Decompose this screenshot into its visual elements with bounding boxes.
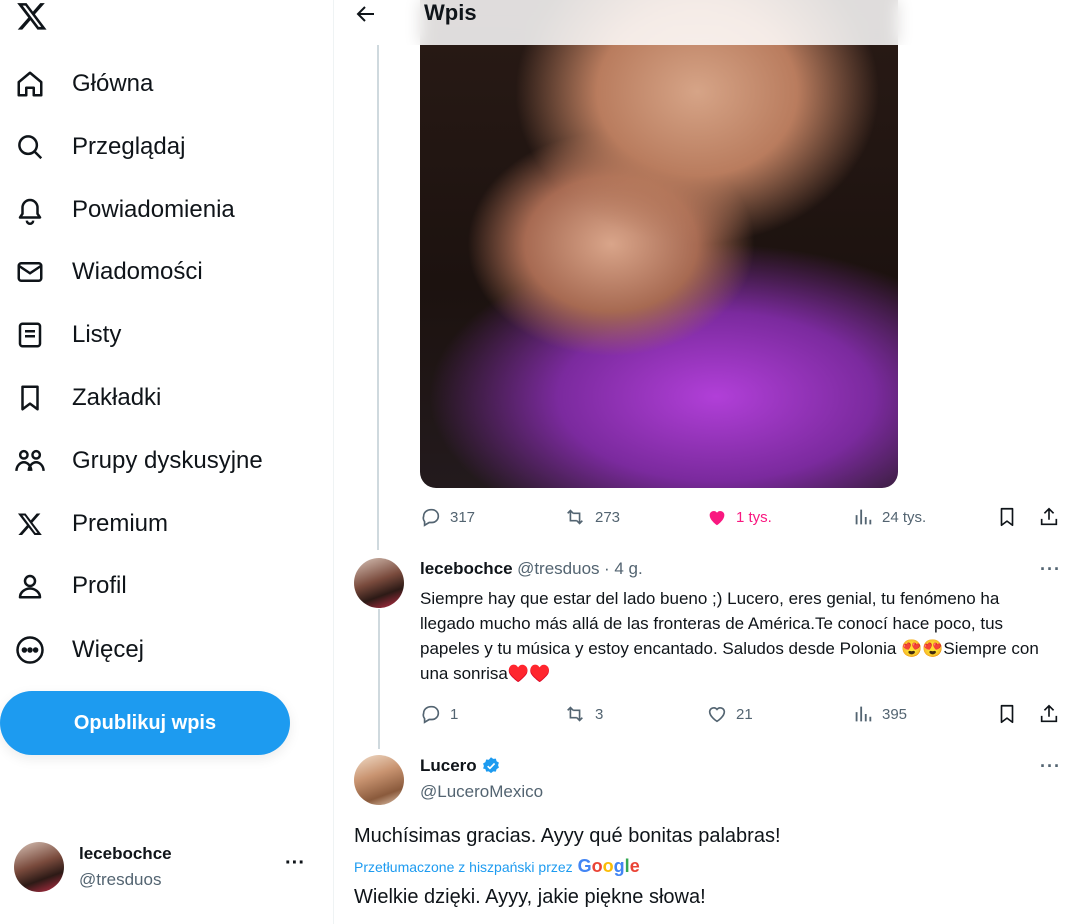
sidebar-item-bookmarks[interactable]: Zakładki <box>14 378 161 418</box>
people-icon <box>14 445 46 477</box>
post-image[interactable] <box>420 0 898 488</box>
bookmark-icon <box>1000 704 1014 724</box>
reply-button[interactable]: 1 <box>420 703 458 725</box>
sidebar-item-label: Przeglądaj <box>72 133 186 160</box>
sidebar: Główna Przeglądaj Powiadomienia Wiadomoś… <box>0 0 334 924</box>
reply-icon <box>422 508 440 527</box>
repost-button[interactable]: 3 <box>563 703 603 725</box>
avatar[interactable] <box>354 558 404 608</box>
timestamp[interactable]: · 4 g. <box>604 559 643 578</box>
tweet-text: Siempre hay que estar del lado bueno ;) … <box>420 589 1039 683</box>
views-count: 24 tys. <box>882 508 927 526</box>
reply-count: 1 <box>450 705 459 723</box>
bell-icon <box>14 194 46 226</box>
views-count: 395 <box>882 705 908 723</box>
sidebar-item-messages[interactable]: Wiadomości <box>14 252 203 292</box>
more-icon[interactable]: ··· <box>285 852 305 875</box>
repost-icon <box>567 706 583 722</box>
heart-filled-icon <box>709 511 725 526</box>
author-handle[interactable]: @tresduos <box>517 559 599 578</box>
like-button[interactable]: 1 tys. <box>706 506 772 528</box>
sidebar-item-explore[interactable]: Przeglądaj <box>14 127 185 167</box>
avatar[interactable] <box>354 755 404 805</box>
google-logo: Google <box>577 856 640 876</box>
translation-note: Przetłumaczone z hiszpański przez Google <box>354 856 640 877</box>
x-logo-icon <box>14 508 46 540</box>
author-handle[interactable]: @LuceroMexico <box>420 782 543 802</box>
sidebar-item-lists[interactable]: Listy <box>14 315 121 355</box>
reply-count: 317 <box>450 508 476 526</box>
translated-text: Wielkie dzięki. Ayyy, jakie piękne słowa… <box>354 886 706 908</box>
like-count: 1 tys. <box>736 508 772 526</box>
account-handle: @tresduos <box>79 870 162 889</box>
sidebar-item-label: Zakładki <box>72 384 162 411</box>
heart-icon <box>708 707 726 723</box>
like-button[interactable]: 21 <box>706 703 753 725</box>
main-column: Wpis 317 273 1 tys. 24 tys. lecebochce @… <box>334 0 1081 924</box>
reply-tweet[interactable]: lecebochce @tresduos · 4 g. ··· Siempre … <box>334 545 1081 749</box>
more-icon[interactable]: ··· <box>1040 559 1061 580</box>
share-button[interactable] <box>1038 703 1060 725</box>
reply-action-bar: 1 3 21 395 <box>420 703 1060 727</box>
views-button[interactable]: 395 <box>852 703 907 725</box>
post-button[interactable]: Opublikuj wpis <box>0 691 290 755</box>
views-icon <box>855 706 872 722</box>
sidebar-item-label: Więcej <box>72 636 145 663</box>
author-name[interactable]: lecebochce <box>420 559 513 578</box>
person-icon <box>14 570 46 602</box>
thread-line <box>377 45 379 550</box>
account-name: lecebochce <box>79 844 172 863</box>
more-circle-icon <box>14 634 46 666</box>
reply-icon <box>422 705 440 724</box>
account-switcher[interactable]: lecebochce @tresduos ··· <box>14 838 319 898</box>
x-logo-icon[interactable] <box>14 0 50 32</box>
back-arrow-icon[interactable] <box>354 2 384 28</box>
like-count: 21 <box>736 705 753 723</box>
author-name[interactable]: Lucero <box>420 756 477 776</box>
share-icon <box>1040 507 1058 526</box>
list-icon <box>14 319 46 351</box>
post-action-bar: 317 273 1 tys. 24 tys. <box>420 506 1060 530</box>
more-icon[interactable]: ··· <box>1040 756 1061 777</box>
sidebar-item-notifications[interactable]: Powiadomienia <box>14 190 235 230</box>
repost-icon <box>567 509 583 525</box>
repost-count: 273 <box>595 508 621 526</box>
page-title: Wpis <box>424 0 477 25</box>
mail-icon <box>14 256 46 288</box>
views-button[interactable]: 24 tys. <box>852 506 926 528</box>
views-icon <box>855 509 872 525</box>
share-icon <box>1040 704 1058 723</box>
reply-tweet-author[interactable]: Lucero @LuceroMexico ··· Muchísimas grac… <box>334 748 1081 924</box>
reply-button[interactable]: 317 <box>420 506 475 528</box>
sidebar-item-label: Premium <box>72 510 169 537</box>
bookmark-icon <box>14 382 46 414</box>
sidebar-item-label: Wiadomości <box>72 258 203 285</box>
sidebar-item-label: Listy <box>72 321 122 348</box>
avatar <box>14 842 64 892</box>
sidebar-item-label: Główna <box>72 70 154 97</box>
bookmark-button[interactable] <box>996 703 1018 725</box>
repost-count: 3 <box>595 705 604 723</box>
sidebar-item-label: Profil <box>72 572 127 599</box>
sidebar-item-communities[interactable]: Grupy dyskusyjne <box>14 441 263 481</box>
repost-button[interactable]: 273 <box>563 506 620 528</box>
thread-line <box>378 609 380 749</box>
home-icon <box>14 68 46 100</box>
header: Wpis <box>334 0 1081 45</box>
share-button[interactable] <box>1038 506 1060 528</box>
search-icon <box>14 131 46 163</box>
tweet-text: Muchísimas gracias. Ayyy qué bonitas pal… <box>354 825 781 847</box>
bookmark-icon <box>1000 507 1014 527</box>
translated-by-label: Przetłumaczone z hiszpański przez <box>354 858 573 875</box>
sidebar-item-more[interactable]: Więcej <box>14 630 144 670</box>
sidebar-item-label: Powiadomienia <box>72 196 235 223</box>
sidebar-item-profile[interactable]: Profil <box>14 566 127 606</box>
sidebar-item-label: Grupy dyskusyjne <box>72 447 263 474</box>
bookmark-button[interactable] <box>996 506 1018 528</box>
sidebar-item-home[interactable]: Główna <box>14 64 153 104</box>
verified-badge-icon <box>482 757 499 774</box>
sidebar-item-premium[interactable]: Premium <box>14 504 168 544</box>
